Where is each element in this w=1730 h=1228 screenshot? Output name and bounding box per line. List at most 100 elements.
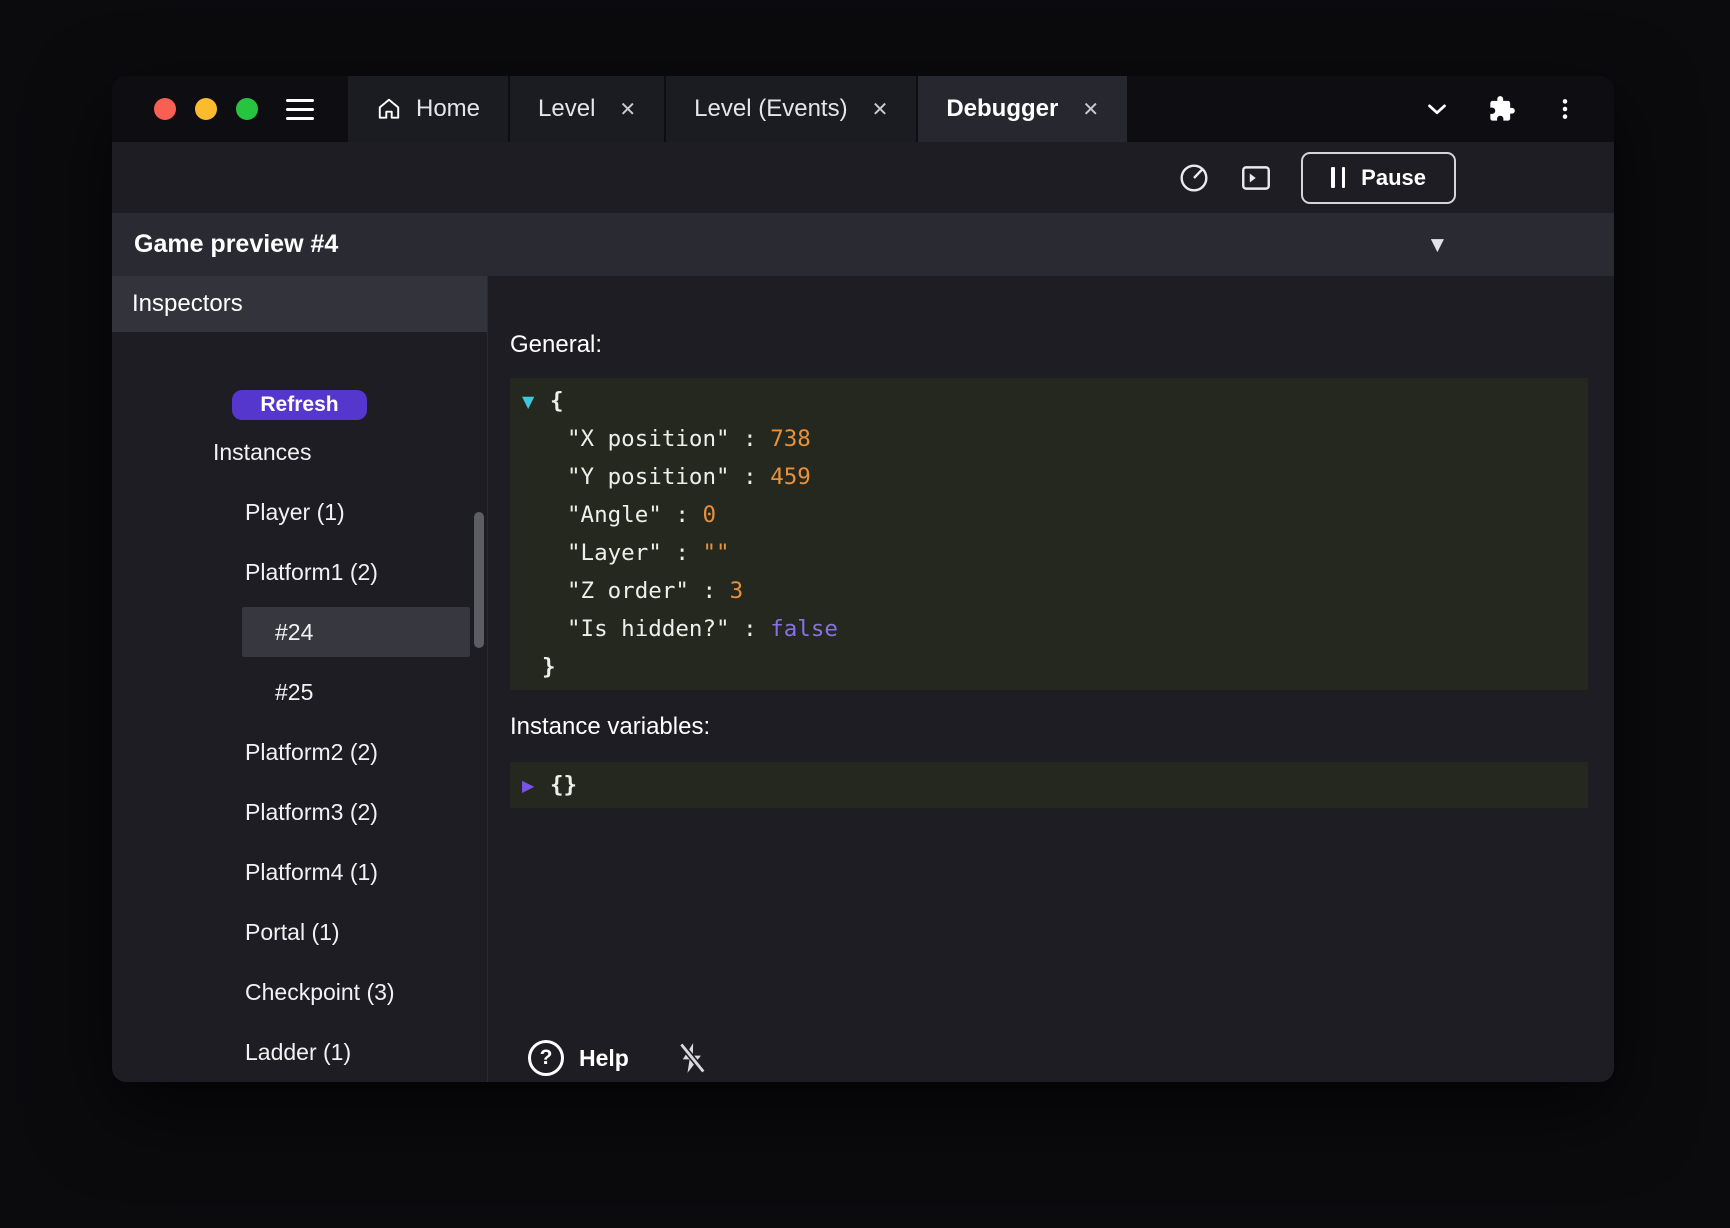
json-value: 0 [702, 502, 716, 528]
json-key: "Y position" [567, 464, 730, 490]
sidebar-item-ladder[interactable]: Ladder (1) [112, 1022, 487, 1082]
maximize-window-button[interactable] [236, 98, 258, 120]
close-icon[interactable]: ✕ [872, 97, 889, 121]
json-separator: : [689, 578, 730, 604]
inspectors-header: Inspectors [112, 276, 487, 332]
close-window-button[interactable] [154, 98, 176, 120]
json-value: 738 [770, 426, 811, 452]
json-value: "" [702, 540, 729, 566]
close-icon[interactable]: ✕ [619, 97, 636, 121]
tab-bar: Home Level ✕ Level (Events) ✕ Debugger ✕ [112, 76, 1614, 142]
json-key: "Is hidden?" [567, 616, 730, 642]
json-open-brace: { [550, 388, 564, 414]
debugger-toolbar: Pause [112, 142, 1614, 213]
json-separator: : [662, 502, 703, 528]
json-separator: : [730, 464, 771, 490]
json-line-close: } [522, 648, 1576, 686]
sidebar-item-player[interactable]: Player (1) [112, 482, 487, 542]
expand-icon[interactable]: ▶ [522, 776, 550, 795]
collapse-icon[interactable]: ▼ [522, 392, 550, 411]
json-property-x-position: "X position" : 738 [522, 420, 1576, 458]
tree-item-label: #24 [275, 619, 313, 646]
minimize-window-button[interactable] [195, 98, 217, 120]
instance-variables-label: Instance variables: [510, 712, 1588, 742]
sidebar-item-platform4[interactable]: Platform4 (1) [112, 842, 487, 902]
tab-label: Level [538, 95, 595, 123]
sidebar-item-instance-25[interactable]: #25 [112, 662, 487, 722]
more-options-icon[interactable] [1552, 96, 1578, 122]
sidebar-item-platform2[interactable]: Platform2 (2) [112, 722, 487, 782]
tree-item-label: Player (1) [245, 499, 345, 526]
game-preview-title: Game preview #4 [134, 230, 338, 259]
chevron-down-icon[interactable]: ▼ [1431, 235, 1444, 255]
json-key: "Angle" [567, 502, 662, 528]
tab-label: Debugger [946, 95, 1058, 123]
content-area: Inspectors Refresh Instances Player (1) … [112, 276, 1614, 1082]
json-property-angle: "Angle" : 0 [522, 496, 1576, 534]
tree-item-label: Instances [213, 439, 311, 466]
tab-level[interactable]: Level ✕ [510, 76, 664, 142]
json-property-is-hidden: "Is hidden?" : false [522, 610, 1576, 648]
json-separator: : [662, 540, 703, 566]
general-json-view: ▼{ "X position" : 738 "Y position" : 459… [510, 378, 1588, 690]
tab-debugger[interactable]: Debugger ✕ [918, 76, 1127, 142]
tab-label: Home [416, 95, 480, 123]
tab-level-events[interactable]: Level (Events) ✕ [666, 76, 916, 142]
desktop-background: Home Level ✕ Level (Events) ✕ Debugger ✕ [0, 0, 1730, 1228]
tree-item-label: Platform4 (1) [245, 859, 378, 886]
game-preview-header[interactable]: Game preview #4 ▼ [112, 213, 1614, 276]
sidebar-scrollbar[interactable] [474, 512, 484, 648]
json-property-layer: "Layer" : "" [522, 534, 1576, 572]
instance-variables-view: ▶{} [510, 762, 1588, 808]
console-icon[interactable] [1239, 161, 1273, 195]
json-key: "Layer" [567, 540, 662, 566]
tabbar-actions [1422, 94, 1614, 124]
variables-value: {} [550, 772, 577, 798]
tab-strip: Home Level ✕ Level (Events) ✕ Debugger ✕ [348, 76, 1129, 142]
sidebar-item-checkpoint[interactable]: Checkpoint (3) [112, 962, 487, 1022]
chevron-down-icon[interactable] [1422, 94, 1452, 124]
help-glyph: ? [540, 1046, 553, 1070]
sidebar-item-platform3[interactable]: Platform3 (2) [112, 782, 487, 842]
tree-item-label: #25 [275, 679, 313, 706]
pause-icon [1331, 167, 1345, 188]
json-close-brace: } [542, 654, 556, 680]
menu-icon[interactable] [286, 99, 314, 120]
pause-button-label: Pause [1361, 165, 1426, 191]
json-separator: : [730, 616, 771, 642]
sidebar-item-instance-24[interactable]: #24 [112, 602, 487, 662]
window-controls [112, 98, 258, 120]
tree-item-label: Ladder (1) [245, 1039, 351, 1066]
inspector-panel: General: ▼{ "X position" : 738 "Y positi… [488, 276, 1614, 1082]
inspectors-sidebar: Inspectors Refresh Instances Player (1) … [112, 276, 488, 1082]
tree-item-label: Portal (1) [245, 919, 340, 946]
close-icon[interactable]: ✕ [1082, 97, 1099, 121]
help-label[interactable]: Help [579, 1045, 629, 1072]
sidebar-item-platform1[interactable]: Platform1 (2) [112, 542, 487, 602]
json-key: "Z order" [567, 578, 689, 604]
help-icon[interactable]: ? [528, 1040, 564, 1076]
tree-item-label: Platform1 (2) [245, 559, 378, 586]
help-row: ? Help [510, 1040, 1588, 1076]
tree-item-label: Platform3 (2) [245, 799, 378, 826]
tree-item-label: Checkpoint (3) [245, 979, 395, 1006]
variables-line: ▶{} [522, 766, 1576, 804]
home-icon [376, 96, 402, 122]
json-line-open: ▼{ [522, 382, 1576, 420]
extensions-puzzle-icon[interactable] [1488, 95, 1516, 123]
json-value: 459 [770, 464, 811, 490]
json-value: false [770, 616, 838, 642]
tree-item-label: Platform2 (2) [245, 739, 378, 766]
refresh-button[interactable]: Refresh [232, 390, 366, 420]
sidebar-item-portal[interactable]: Portal (1) [112, 902, 487, 962]
sidebar-item-instances[interactable]: Instances [112, 422, 487, 482]
json-key: "X position" [567, 426, 730, 452]
json-value: 3 [730, 578, 744, 604]
json-property-z-order: "Z order" : 3 [522, 572, 1576, 610]
tab-home[interactable]: Home [348, 76, 508, 142]
json-separator: : [730, 426, 771, 452]
profiler-gauge-icon[interactable] [1177, 161, 1211, 195]
flash-off-icon[interactable] [675, 1041, 709, 1075]
pause-button[interactable]: Pause [1301, 152, 1456, 204]
tab-label: Level (Events) [694, 95, 847, 123]
